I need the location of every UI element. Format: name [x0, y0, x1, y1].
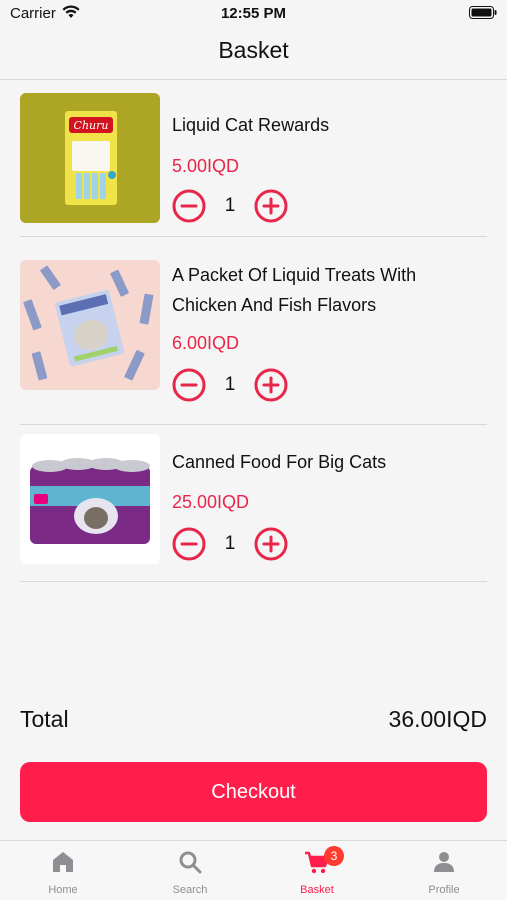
tab-search[interactable]: Search [127, 841, 253, 900]
tab-profile-label: Profile [428, 884, 460, 896]
whiskas-product-photo [20, 434, 160, 564]
checkout-button[interactable]: Checkout [20, 762, 487, 822]
clock: 12:55 PM [220, 5, 287, 22]
quantity-value: 1 [224, 533, 236, 554]
product-name: Liquid Cat Rewards [172, 115, 330, 135]
tab-profile[interactable]: Profile [381, 841, 507, 900]
nav-header: Basket [0, 28, 507, 80]
product-image[interactable] [20, 260, 160, 390]
svg-text:Churu: Churu [74, 119, 109, 132]
decrease-quantity-button[interactable] [172, 189, 206, 223]
product-price: 5.00IQD [172, 156, 240, 176]
quantity-stepper: 1 [172, 368, 292, 402]
product-image[interactable] [20, 434, 160, 564]
increase-quantity-button[interactable] [254, 527, 288, 561]
increase-quantity-button[interactable] [254, 189, 288, 223]
quantity-value: 1 [224, 195, 236, 216]
cart-item[interactable]: Canned Food For Big Cats 25.00IQD 1 [20, 432, 487, 582]
tab-bar: Home Search 3 Basket Profile [0, 840, 507, 900]
decrease-quantity-button[interactable] [172, 527, 206, 561]
cart-item[interactable]: A Packet Of Liquid Treats With Chicken A… [20, 260, 487, 425]
battery-icon [469, 6, 497, 19]
decrease-quantity-button[interactable] [172, 368, 206, 402]
increase-quantity-button[interactable] [254, 368, 288, 402]
churu-product-photo: Churu [20, 93, 160, 223]
quantity-stepper: 1 [172, 527, 292, 561]
tab-basket[interactable]: 3 Basket [254, 841, 380, 900]
product-image[interactable]: Churu [20, 93, 160, 223]
product-name: A Packet Of Liquid Treats With Chicken A… [172, 265, 417, 315]
person-icon [434, 852, 454, 872]
home-icon [53, 852, 73, 872]
total-value: 36.00IQD [388, 706, 487, 732]
liquid-treat-product-photo [20, 260, 160, 390]
product-price: 25.00IQD [172, 492, 250, 512]
product-price: 6.00IQD [172, 333, 240, 353]
cart-item[interactable]: Churu Liquid Cat Rewards 5.00IQD 1 [20, 90, 487, 237]
tab-home[interactable]: Home [0, 841, 126, 900]
quantity-value: 1 [224, 374, 236, 395]
search-icon [179, 851, 202, 874]
status-bar: Carrier 12:55 PM [0, 0, 507, 28]
product-name: Canned Food For Big Cats [172, 452, 387, 472]
tab-basket-label: Basket [300, 884, 334, 896]
tab-home-label: Home [48, 884, 78, 896]
page-title: Basket [218, 37, 289, 63]
quantity-stepper: 1 [172, 189, 292, 223]
tab-search-label: Search [172, 884, 208, 896]
total-label: Total [20, 706, 69, 732]
cart-count-badge: 3 [324, 846, 344, 866]
